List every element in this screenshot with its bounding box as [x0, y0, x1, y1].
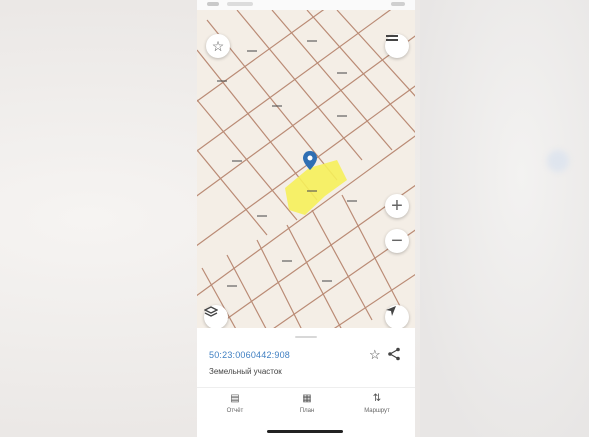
parcel-number-label [337, 115, 347, 117]
parcel-number-label [282, 260, 292, 262]
tab-label: Отчёт [226, 408, 244, 414]
phone-screen: ☆ + − 50:23:0060442:908 Земельный участо… [197, 0, 415, 437]
parcel-number-label [227, 285, 237, 287]
share-icon [388, 347, 400, 361]
parcel-number-label [257, 215, 267, 217]
minus-icon: − [391, 229, 403, 252]
my-location-button[interactable] [385, 305, 409, 328]
parcel-cadastral-number[interactable]: 50:23:0060442:908 [209, 350, 290, 360]
background-right [420, 0, 589, 437]
parcel-number-label [307, 40, 317, 42]
favorite-button[interactable]: ☆ [206, 34, 230, 58]
layers-bar-icon [386, 35, 398, 41]
status-item [207, 2, 219, 6]
star-outline-icon: ☆ [211, 37, 225, 54]
navigation-arrow-icon [386, 306, 396, 316]
background-blur-dot [547, 150, 569, 172]
tab-label: Маршрут [364, 408, 390, 414]
tab-report[interactable]: ▤ Отчёт [205, 393, 265, 414]
parcel-grid [197, 10, 415, 328]
tab-plan[interactable]: ▦ План [277, 393, 337, 414]
parcel-number-label [347, 200, 357, 202]
document-icon: ▤ [230, 393, 240, 404]
parcel-number-label [307, 190, 317, 192]
layers-icon [204, 306, 218, 317]
star-outline-icon: ☆ [369, 347, 381, 362]
cadastral-map[interactable]: ☆ + − [197, 10, 415, 328]
status-item [227, 2, 253, 6]
parcel-number-label [217, 80, 227, 82]
sheet-favorite-button[interactable]: ☆ [369, 347, 381, 363]
plan-icon: ▦ [302, 393, 312, 404]
share-button[interactable] [387, 347, 401, 366]
zoom-out-button[interactable]: − [385, 229, 409, 253]
layers-toggle-button[interactable] [385, 34, 409, 58]
tab-route[interactable]: ⇅ Маршрут [347, 393, 407, 414]
map-layers-button[interactable] [204, 305, 228, 328]
parcel-info-sheet[interactable]: 50:23:0060442:908 Земельный участок ☆ ▤ … [197, 330, 415, 437]
parcel-number-label [322, 280, 332, 282]
route-icon: ⇅ [372, 393, 382, 404]
selected-parcel[interactable] [285, 160, 347, 215]
parcel-number-label [272, 105, 282, 107]
status-item [391, 2, 405, 6]
parcel-number-label [232, 160, 242, 162]
sheet-drag-handle[interactable] [295, 336, 317, 338]
home-indicator[interactable] [267, 430, 343, 433]
parcel-number-label [247, 50, 257, 52]
tab-label: План [299, 408, 315, 414]
zoom-in-button[interactable]: + [385, 194, 409, 218]
parcel-number-label [337, 72, 347, 74]
parcel-type-label: Земельный участок [209, 367, 282, 376]
plus-icon: + [391, 194, 403, 217]
bottom-tab-bar: ▤ Отчёт ▦ План ⇅ Маршрут [197, 387, 415, 422]
